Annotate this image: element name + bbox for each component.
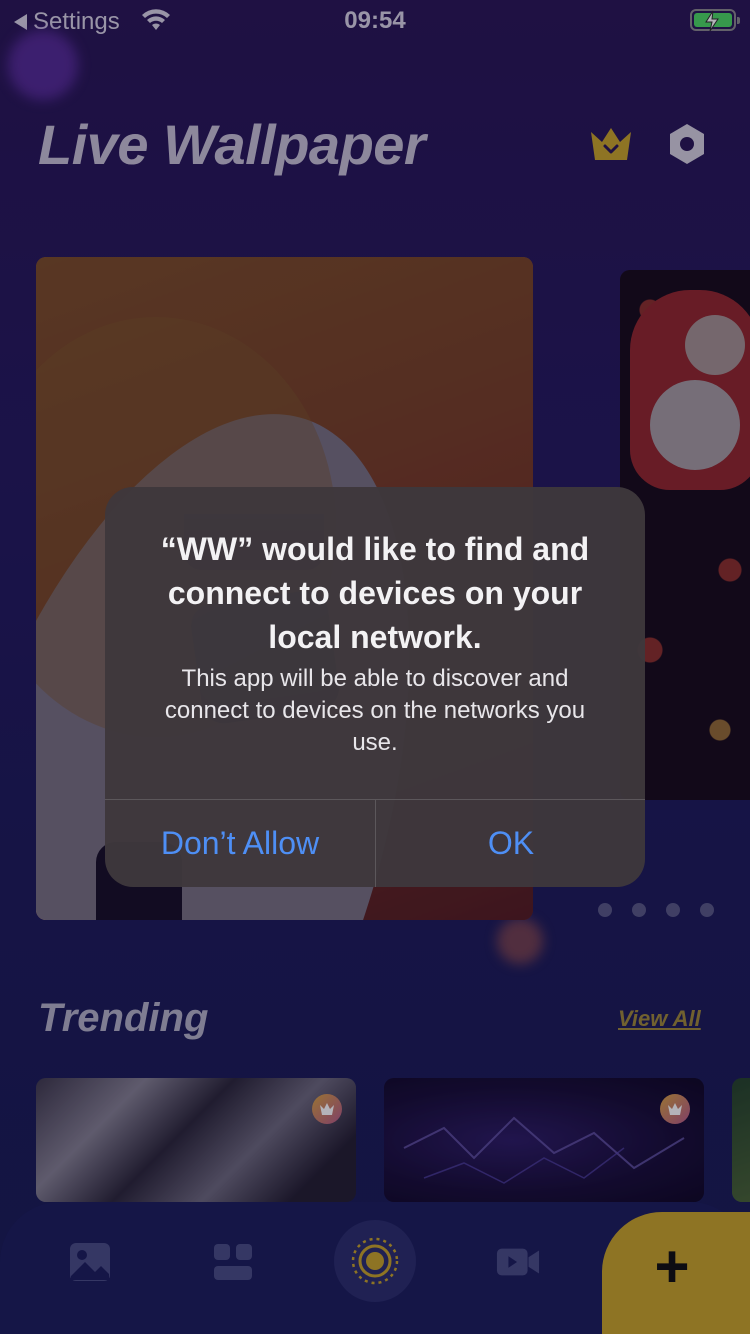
alert-title: “WW” would like to find and connect to d…: [160, 531, 590, 655]
ok-button[interactable]: OK: [376, 800, 645, 887]
dont-allow-button[interactable]: Don’t Allow: [105, 800, 375, 887]
screen: Settings 09:54 Live Wallpaper Trending V…: [0, 0, 750, 1334]
alert-message: This app will be able to discover and co…: [164, 665, 586, 756]
local-network-permission-alert: “WW” would like to find and connect to d…: [105, 487, 645, 887]
